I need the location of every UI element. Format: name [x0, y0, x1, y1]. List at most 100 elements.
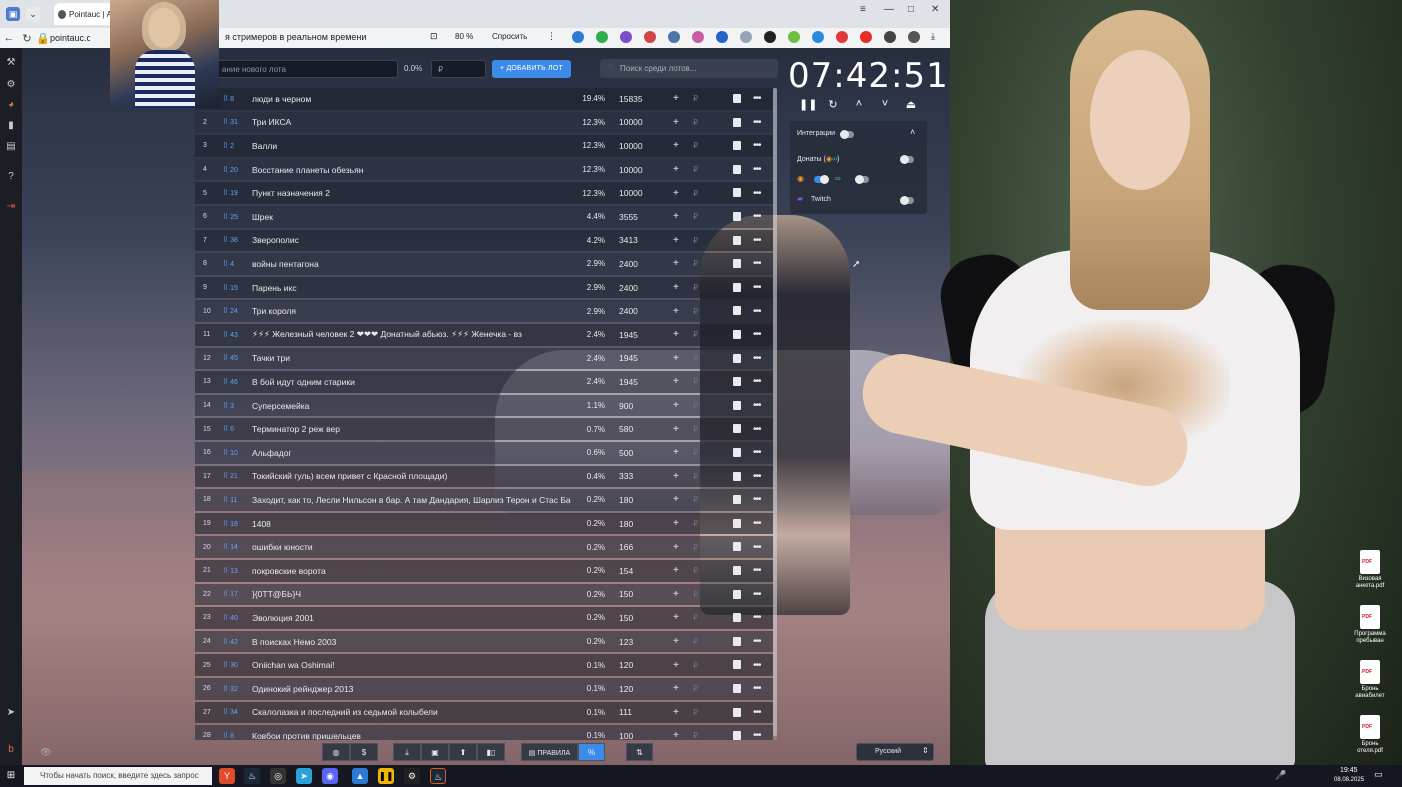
lot-amount[interactable]: 10000 [619, 141, 659, 151]
sort-icon[interactable]: ⇅ [626, 743, 653, 761]
extension-icon[interactable] [740, 31, 752, 43]
more-options-icon[interactable]: ••• [753, 660, 767, 671]
add-amount-icon[interactable]: + [673, 471, 683, 482]
lot-amount[interactable]: 3413 [619, 235, 659, 245]
add-amount-icon[interactable]: + [673, 258, 683, 269]
more-options-icon[interactable]: ••• [753, 140, 767, 151]
close-icon[interactable]: ✕ [931, 4, 939, 15]
tab-list-icon[interactable]: ⌄ [26, 7, 40, 21]
add-amount-icon[interactable]: + [673, 707, 683, 718]
discord-icon[interactable]: ◉ [322, 768, 338, 784]
delete-icon[interactable] [733, 471, 741, 481]
taskbar-time[interactable]: 19:45 [1340, 767, 1358, 774]
add-amount-icon[interactable]: + [673, 140, 683, 151]
lot-add-amount-input[interactable]: ₽ [693, 566, 703, 575]
visibility-icon[interactable]: 👁 [40, 747, 51, 758]
lot-amount[interactable]: 15835 [619, 94, 659, 104]
adblock-shield-icon[interactable] [596, 31, 608, 43]
collapse-icon[interactable]: ˄ [910, 127, 915, 137]
extension-icon[interactable] [572, 31, 584, 43]
more-options-icon[interactable]: ••• [753, 730, 767, 740]
lot-add-amount-input[interactable]: ₽ [693, 212, 703, 221]
lot-row[interactable]: 17 ⠿ 21 Токийский гуль) всем привет с Крас… [195, 465, 773, 488]
lot-add-amount-input[interactable]: ₽ [693, 425, 703, 434]
delete-icon[interactable] [733, 353, 741, 363]
more-options-icon[interactable]: ••• [753, 612, 767, 623]
delete-icon[interactable] [733, 306, 741, 316]
lot-name[interactable]: Восстание планеты обезьян [252, 165, 572, 175]
add-amount-icon[interactable]: + [673, 660, 683, 671]
lot-row[interactable]: 8 ⠿ 4 войны пентагона 2.9% 2400 + ₽ ••• [195, 253, 773, 275]
back-icon[interactable]: ← [0, 32, 18, 44]
delete-icon[interactable] [733, 141, 741, 151]
upload-icon[interactable]: ⬆ [449, 743, 477, 761]
new-lot-amount-input[interactable]: ₽ [431, 60, 486, 78]
github-icon[interactable]: ◍ [322, 743, 350, 761]
lot-name[interactable]: Заходит, как то, Лесли Нильсон в бар. А … [252, 495, 572, 505]
app-icon[interactable]: ❚❚ [378, 768, 394, 784]
lot-add-amount-input[interactable]: ₽ [693, 354, 703, 363]
add-amount-icon[interactable]: + [673, 235, 683, 246]
more-options-icon[interactable]: ••• [753, 93, 767, 104]
lot-search-input[interactable]: Поиск среди лотов... [600, 59, 778, 78]
lot-amount[interactable]: 100 [619, 731, 659, 740]
lot-add-amount-input[interactable]: ₽ [693, 590, 703, 599]
extensions-icon[interactable] [908, 31, 920, 43]
wheel-icon[interactable]: ◕ [4, 98, 18, 112]
lot-row[interactable]: 26 ⠿ 32 Одинокий рейнджер 2013 0.1% 120 + ₽ ••• [195, 678, 773, 700]
more-options-icon[interactable]: ••• [753, 164, 767, 175]
downloads-icon[interactable]: ⤓ [931, 31, 935, 42]
delete-icon[interactable] [733, 259, 741, 269]
lot-row[interactable]: 4 ⠿ 20 Восстание планеты обезьян 12.3% 10000… [195, 158, 773, 181]
lot-add-amount-input[interactable]: ₽ [693, 613, 703, 622]
donations-toggle[interactable] [900, 155, 914, 164]
lot-name[interactable]: В поисках Немо 2003 [252, 637, 572, 647]
add-amount-icon[interactable]: + [673, 589, 683, 600]
lot-row[interactable]: 20 ⠿ 14 ошибки юности 0.2% 166 + ₽ ••• [195, 536, 773, 558]
settings-icon[interactable]: ⚙ [404, 768, 420, 784]
add-amount-icon[interactable]: + [673, 353, 683, 364]
more-options-icon[interactable]: ••• [753, 636, 767, 647]
lot-amount[interactable]: 1945 [619, 330, 659, 340]
lot-row[interactable]: 16 ⠿ 10 Альфадог 0.6% 500 + ₽ ••• [195, 442, 773, 464]
lot-row[interactable]: 21 ⠿ 13 покровские ворота 0.2% 154 + ₽ ••• [195, 560, 773, 582]
add-amount-icon[interactable]: + [673, 518, 683, 529]
add-amount-icon[interactable]: + [673, 565, 683, 576]
steam-icon[interactable]: ♨ [430, 768, 446, 784]
lot-amount[interactable]: 150 [619, 589, 659, 599]
notifications-icon[interactable]: ▭ [1374, 769, 1383, 780]
lot-row[interactable]: 15 ⠿ 6 Терминатор 2 реж вер 0.7% 580 + ₽ ••• [195, 418, 773, 440]
delete-icon[interactable] [733, 542, 741, 552]
lot-amount[interactable]: 10000 [619, 117, 659, 127]
obs-icon[interactable]: ◎ [270, 768, 286, 784]
url-field[interactable]: pointauc.co [50, 33, 90, 43]
table-scrollbar-thumb[interactable] [773, 88, 777, 736]
lot-name[interactable]: Зверополис [252, 235, 572, 245]
delete-icon[interactable] [733, 660, 741, 670]
more-options-icon[interactable]: ••• [753, 447, 767, 458]
bookmark-icon[interactable]: ⊡ [430, 31, 438, 42]
lot-name[interactable]: Альфадог [252, 448, 572, 458]
taskbar-date[interactable]: 08.08.2025 [1334, 777, 1364, 783]
yandex-browser-icon[interactable]: Y [219, 768, 235, 784]
extension-icon[interactable] [692, 31, 704, 43]
desktop-icon-flight[interactable]: Бронь авиабилет [1352, 660, 1388, 700]
lot-add-amount-input[interactable]: ₽ [693, 165, 703, 174]
lot-name[interactable]: Три короля [252, 306, 572, 316]
more-icon[interactable]: ⋮ [547, 31, 556, 42]
lot-name[interactable]: Суперсемейка [252, 401, 572, 411]
add-amount-icon[interactable]: + [673, 117, 683, 128]
lot-row[interactable]: 14 ⠿ 3 Суперсемейка 1.1% 900 + ₽ ••• [195, 394, 773, 417]
more-options-icon[interactable]: ••• [753, 707, 767, 718]
lot-amount[interactable]: 180 [619, 495, 659, 505]
extension-icon[interactable] [788, 31, 800, 43]
lot-amount[interactable]: 500 [619, 448, 659, 458]
lot-row[interactable]: 24 ⠿ 42 В поисках Немо 2003 0.2% 123 + ₽ ••• [195, 630, 773, 653]
add-amount-icon[interactable]: + [673, 447, 683, 458]
lot-row[interactable]: 19 ⠿ 18 1408 0.2% 180 + ₽ ••• [195, 512, 773, 535]
add-amount-icon[interactable]: + [673, 612, 683, 623]
new-lot-name-input[interactable]: ание нового лота [215, 60, 398, 78]
more-options-icon[interactable]: ••• [753, 117, 767, 128]
windows-start-icon[interactable]: ⊞ [0, 765, 22, 787]
lot-name[interactable]: Эволюция 2001 [252, 613, 572, 623]
